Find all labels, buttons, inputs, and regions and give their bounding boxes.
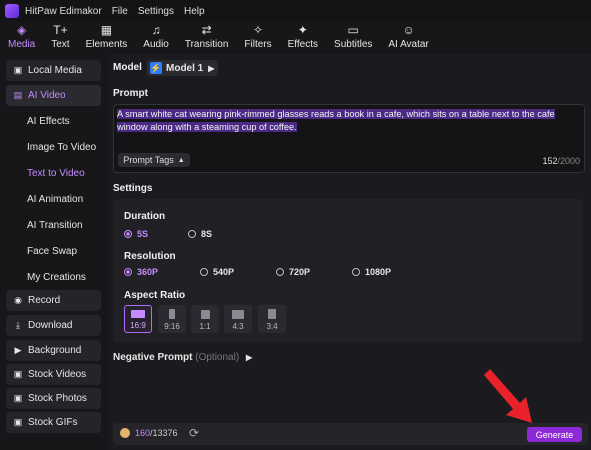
sidebar-sub-ai-effects[interactable]: AI Effects [27,116,70,127]
refresh-icon[interactable]: ⟳ [189,426,199,440]
aspect-16-9-icon [131,310,145,318]
sidebar: ▣ Local Media ▤ AI Video AI Effects Image … [0,54,108,450]
media-icon: ◈ [17,23,27,37]
sidebar-item-download[interactable]: ⤓ Download [6,315,101,336]
top-tabs: ◈ Media T+ Text ▦ Elements ♫ Audio ⇄ Transiti… [0,22,591,54]
prompt-text: A smart white cat wearing pink-rimmed gl… [117,109,555,132]
effects-icon: ✦ [297,23,308,37]
resolution-360p-radio[interactable]: 360P [124,267,158,277]
sidebar-item-ai-video[interactable]: ▤ AI Video [6,85,101,106]
text-icon: T+ [53,23,68,37]
prompt-textarea[interactable]: A smart white cat wearing pink-rimmed gl… [113,104,585,173]
coin-icon [120,428,130,438]
tab-transition[interactable]: ⇄ Transition [177,22,237,54]
stock-gifs-icon: ▣ [13,417,23,427]
negative-prompt-toggle[interactable]: Negative Prompt (Optional) ▶ [113,352,252,363]
chevron-up-icon: ▲ [177,156,185,164]
app-logo-icon [5,4,19,18]
sidebar-item-record[interactable]: ◉ Record [6,290,101,311]
chevron-right-icon: ▶ [245,353,253,362]
sidebar-item-stock-gifs[interactable]: ▣ Stock GIFs [6,412,101,433]
aspect-1-1-option[interactable]: 1:1 [191,305,219,333]
chevron-right-icon: ▶ [14,345,22,355]
duration-5s-radio[interactable]: 5S [124,229,148,239]
folder-icon: ▣ [13,65,23,75]
menu-file[interactable]: File [112,6,128,17]
resolution-1080p-radio[interactable]: 1080P [352,267,391,277]
tab-elements[interactable]: ▦ Elements [78,22,136,54]
aspect-4-3-icon [232,310,244,319]
settings-label: Settings [113,183,153,194]
sidebar-sub-ai-transition[interactable]: AI Transition [27,220,83,231]
tab-subtitles[interactable]: ▭ Subtitles [326,22,380,54]
subtitles-icon: ▭ [347,23,359,37]
sidebar-sub-face-swap[interactable]: Face Swap [27,246,77,257]
tab-media[interactable]: ◈ Media [0,22,43,54]
prompt-tags-button[interactable]: Prompt Tags ▲ [118,153,190,167]
download-icon: ⤓ [16,320,20,330]
model-selector[interactable]: ⚡ Model 1 ▶ [147,60,218,76]
duration-label: Duration [124,211,166,222]
model-logo-icon: ⚡ [150,62,162,74]
resolution-720p-radio[interactable]: 720P [276,267,310,277]
title-bar: HitPaw Edimakor File Settings Help [0,0,591,22]
aspect-4-3-option[interactable]: 4:3 [224,305,252,333]
tab-effects[interactable]: ✦ Effects [280,22,326,54]
sidebar-item-background[interactable]: ▶ Background [6,340,101,361]
annotation-arrow-icon [484,369,532,423]
settings-panel: Duration 5S 8S Resolution 360P 540P 720P… [113,199,583,342]
stock-photos-icon: ▣ [13,393,23,403]
sidebar-sub-my-creations[interactable]: My Creations [27,272,86,283]
menu-settings[interactable]: Settings [138,6,174,17]
aspect-9-16-option[interactable]: 9:16 [158,305,186,333]
tab-ai-avatar[interactable]: ☺ AI Avatar [380,22,436,54]
music-note-icon: ♫ [151,23,161,37]
app-title: HitPaw Edimakor [25,5,102,17]
aspect-1-1-icon [200,310,210,319]
chevron-right-icon: ▶ [208,63,215,73]
duration-8s-radio[interactable]: 8S [188,229,212,239]
sidebar-sub-text-to-video[interactable]: Text to Video [27,168,85,179]
credits-display: 160/13376 [120,428,178,438]
avatar-icon: ☺ [402,23,415,37]
sidebar-item-stock-photos[interactable]: ▣ Stock Photos [6,388,101,409]
aspect-3-4-option[interactable]: 3:4 [258,305,286,333]
filters-icon: ✧ [252,23,264,37]
elements-icon: ▦ [100,23,113,37]
resolution-label: Resolution [124,251,176,262]
sidebar-item-local-media[interactable]: ▣ Local Media [6,60,101,81]
menu-help[interactable]: Help [184,6,205,17]
resolution-540p-radio[interactable]: 540P [200,267,234,277]
generate-button[interactable]: Generate [527,427,582,442]
ai-video-icon: ▤ [13,90,23,100]
sidebar-sub-ai-animation[interactable]: AI Animation [27,194,83,205]
prompt-char-counter: 152/2000 [542,156,580,166]
transition-icon: ⇄ [201,23,212,37]
aspect-ratio-label: Aspect Ratio [124,290,186,301]
prompt-label: Prompt [113,88,148,99]
stock-videos-icon: ▣ [13,369,23,379]
aspect-16-9-option[interactable]: 16:9 [124,305,152,333]
sidebar-item-stock-videos[interactable]: ▣ Stock Videos [6,364,101,385]
record-icon: ◉ [14,295,22,305]
aspect-9-16-icon [169,309,175,319]
model-label: Model [113,62,142,73]
aspect-3-4-icon [268,309,276,319]
tab-text[interactable]: T+ Text [43,22,77,54]
tab-filters[interactable]: ✧ Filters [236,22,279,54]
sidebar-sub-image-to-video[interactable]: Image To Video [27,142,96,153]
tab-audio[interactable]: ♫ Audio [135,22,177,54]
